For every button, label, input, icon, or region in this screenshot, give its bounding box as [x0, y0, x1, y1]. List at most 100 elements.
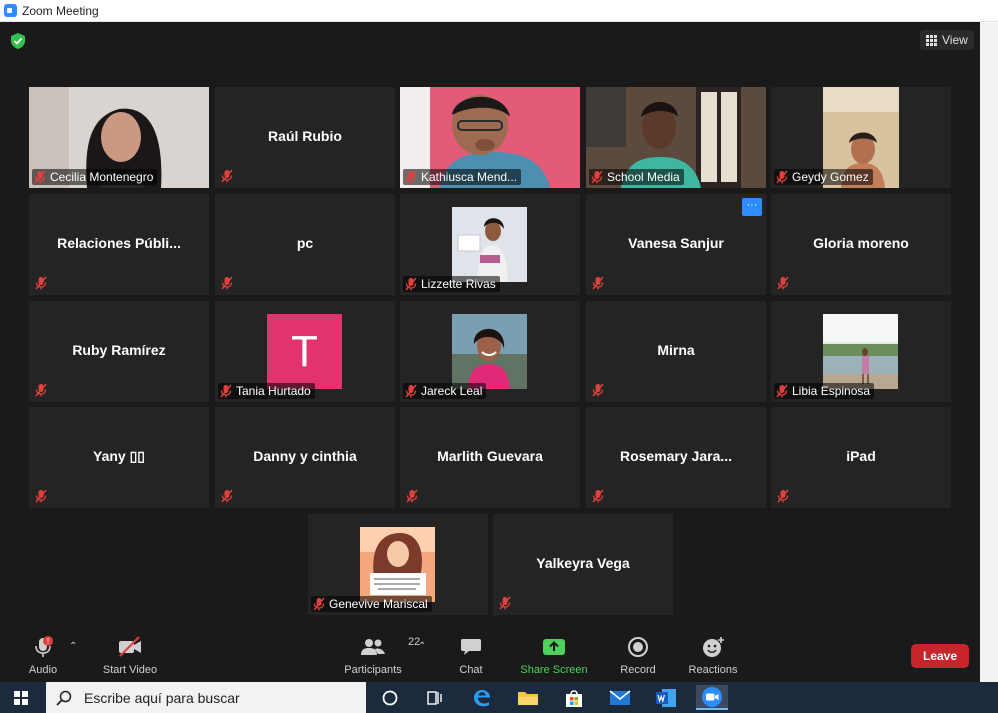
muted-mic-icon [776, 170, 788, 184]
muted-mic-icon [313, 597, 325, 611]
participant-tile[interactable]: Libia Espinosa [771, 301, 951, 402]
participant-tile[interactable]: Raúl Rubio [215, 87, 395, 188]
participant-tile[interactable]: Marlith Guevara [400, 407, 580, 508]
participant-name: Geydy Gomez [792, 170, 869, 184]
participant-tile[interactable]: Rosemary Jara... [586, 407, 766, 508]
grid-icon [926, 34, 937, 46]
muted-mic-icon [405, 277, 417, 291]
leave-button[interactable]: Leave [911, 644, 969, 668]
reactions-smiley-icon [703, 637, 724, 657]
participant-name: pc [296, 235, 314, 251]
window-title: Zoom Meeting [22, 4, 99, 18]
participant-name: Marlith Guevara [437, 448, 543, 464]
participant-name: Tania Hurtado [236, 384, 311, 398]
participant-name-label: Jareck Leal [403, 383, 487, 399]
share-screen-icon [543, 639, 565, 655]
muted-mic-icon [592, 276, 604, 290]
participant-tile[interactable]: Geydy Gomez [771, 87, 951, 188]
task-view-icon[interactable] [418, 685, 450, 710]
participant-tile[interactable]: Ruby Ramírez [29, 301, 209, 402]
word-icon[interactable] [650, 685, 682, 710]
participant-tile[interactable]: Cecilia Montenegro [29, 87, 209, 188]
zoom-app-icon [4, 4, 17, 17]
cortana-icon[interactable] [374, 685, 406, 710]
video-off-icon [119, 636, 141, 657]
participant-tile[interactable]: Danny y cinthia [215, 407, 395, 508]
participant-tile[interactable]: Vanesa Sanjur ··· [586, 194, 766, 295]
participant-name: Relaciones Públi... [57, 235, 181, 251]
muted-mic-icon [591, 170, 603, 184]
participant-name-label: Cecilia Montenegro [32, 169, 158, 185]
participant-name-label: Genevive Mariscal [311, 596, 432, 612]
window-title-bar: Zoom Meeting [0, 0, 998, 22]
encryption-shield-icon[interactable] [11, 33, 25, 49]
edge-icon[interactable] [466, 685, 498, 710]
muted-mic-icon [35, 489, 47, 503]
participant-name: Raúl Rubio [268, 128, 342, 144]
participant-name-label: Tania Hurtado [218, 383, 315, 399]
muted-mic-icon [777, 276, 789, 290]
taskbar-search-box[interactable]: Escribe aquí para buscar [46, 682, 366, 713]
start-video-label: Start Video [102, 664, 158, 676]
record-icon [628, 637, 648, 657]
mail-icon[interactable] [604, 685, 636, 710]
participant-tile[interactable]: iPad [771, 407, 951, 508]
muted-mic-icon [221, 276, 233, 290]
participant-name: iPad [846, 448, 876, 464]
muted-mic-icon [499, 596, 511, 610]
windows-taskbar: Escribe aquí para buscar [0, 682, 998, 713]
chat-icon [461, 639, 481, 655]
windows-start-icon[interactable] [14, 691, 28, 705]
store-icon[interactable] [558, 685, 590, 710]
participant-name: Vanesa Sanjur [628, 235, 724, 251]
participants-label: Participants [344, 664, 402, 676]
audio-label: Audio [28, 664, 58, 676]
participant-tile[interactable]: Relaciones Públi... [29, 194, 209, 295]
participant-tile[interactable]: Gloria moreno [771, 194, 951, 295]
desktop-edge [980, 22, 998, 682]
file-explorer-icon[interactable] [512, 685, 544, 710]
muted-mic-icon [34, 170, 46, 184]
participant-name: School Media [607, 170, 680, 184]
start-video-button[interactable]: Start Video [100, 627, 160, 682]
participant-name-label: Kathiusca Mend... [403, 169, 522, 185]
more-options-button[interactable]: ··· [742, 198, 762, 216]
participant-tile[interactable]: Genevive Mariscal [308, 514, 488, 615]
chat-button[interactable]: Chat [452, 627, 490, 682]
audio-button[interactable]: ! Audio [20, 627, 66, 682]
participant-name: Kathiusca Mend... [421, 170, 518, 184]
participant-tile[interactable]: School Media [586, 87, 766, 188]
muted-mic-icon [221, 489, 233, 503]
participant-name: Jareck Leal [421, 384, 483, 398]
participant-name: Yalkeyra Vega [536, 555, 630, 571]
participant-tile[interactable]: pc [215, 194, 395, 295]
view-button[interactable]: View [920, 30, 974, 50]
muted-mic-icon [405, 384, 417, 398]
participant-name-label: Geydy Gomez [774, 169, 873, 185]
participants-options-caret-icon[interactable]: ⌃ [418, 641, 426, 652]
audio-options-caret-icon[interactable]: ⌃ [69, 641, 77, 652]
muted-mic-icon [35, 383, 47, 397]
record-button[interactable]: Record [616, 627, 660, 682]
record-label: Record [620, 664, 656, 676]
muted-mic-icon [777, 489, 789, 503]
reactions-button[interactable]: Reactions [686, 627, 740, 682]
participant-tile[interactable]: Kathiusca Mend... [400, 87, 580, 188]
zoom-icon[interactable] [696, 685, 728, 710]
share-screen-label: Share Screen [520, 664, 588, 676]
muted-mic-icon [592, 383, 604, 397]
muted-mic-icon [221, 169, 233, 183]
reactions-label: Reactions [688, 664, 738, 676]
participant-name: Mirna [657, 342, 695, 358]
share-screen-button[interactable]: Share Screen [518, 627, 590, 682]
participant-tile[interactable]: Yalkeyra Vega [493, 514, 673, 615]
participant-tile[interactable]: T Tania Hurtado [215, 301, 395, 402]
participant-name: Ruby Ramírez [72, 342, 166, 358]
participant-tile[interactable]: Lizzette Rivas [400, 194, 580, 295]
participant-tile[interactable]: Mirna [586, 301, 766, 402]
participant-tile[interactable]: Yany ▯▯ [29, 407, 209, 508]
participants-icon [361, 639, 385, 655]
participants-button[interactable]: 22 Participants [340, 627, 420, 682]
microphone-icon: ! [35, 636, 53, 657]
participant-tile[interactable]: Jareck Leal [400, 301, 580, 402]
